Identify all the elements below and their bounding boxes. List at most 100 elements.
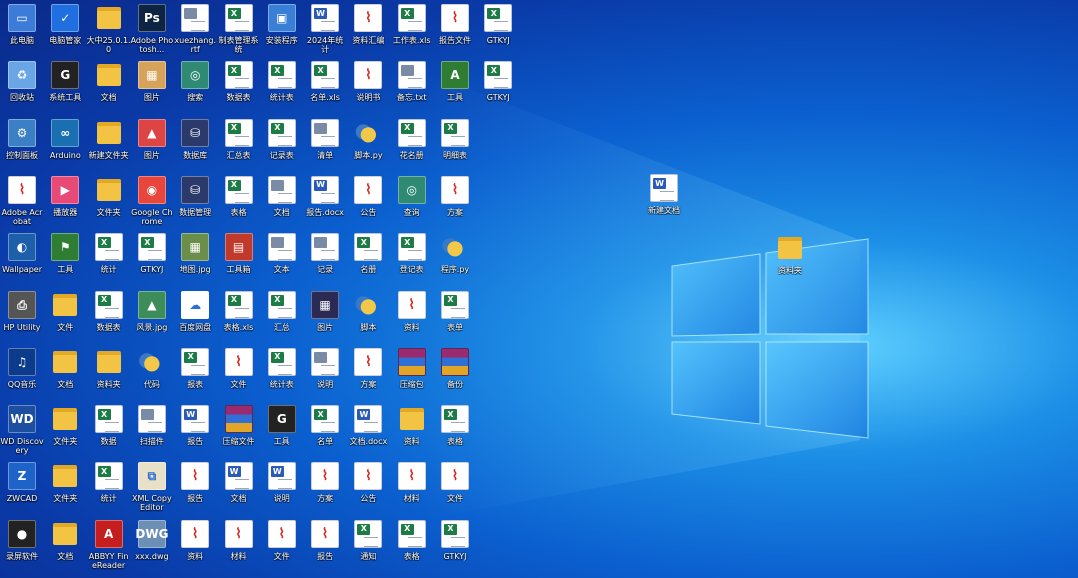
desktop-icon[interactable]: xuezhang.rtf [173, 2, 217, 58]
desktop-icon[interactable]: ⌇ 报告文件 [433, 2, 477, 58]
desktop-icon[interactable]: X 名单 [303, 403, 347, 459]
desktop-icon[interactable]: ● 录屏软件 [0, 518, 44, 574]
desktop-icon[interactable]: Ps Adobe Photosh... [130, 2, 174, 58]
desktop-icon[interactable]: ● 程序.py [433, 231, 477, 287]
desktop-icon[interactable]: 文件夹 [87, 174, 131, 230]
desktop-icon[interactable]: ⌇ 材料 [390, 460, 434, 516]
desktop-icon[interactable]: ● 脚本.py [346, 117, 390, 173]
desktop-icon[interactable]: X 数据表 [217, 59, 261, 115]
desktop-icon[interactable]: 文档 [43, 346, 87, 402]
desktop-icon[interactable]: X GTKYJ [130, 231, 174, 287]
desktop-icon[interactable]: 文件夹 [43, 460, 87, 516]
desktop-icon[interactable]: W 新建文档 [642, 172, 686, 228]
desktop-icon[interactable]: ▦ 地图.jpg [173, 231, 217, 287]
desktop-icon[interactable]: ▲ 风景.jpg [130, 289, 174, 345]
desktop-icon[interactable]: W 报告 [173, 403, 217, 459]
desktop-icon[interactable]: 文本 [260, 231, 304, 287]
desktop-icon[interactable]: X 花名册 [390, 117, 434, 173]
desktop-icon[interactable]: ♻ 回收站 [0, 59, 44, 115]
desktop-icon[interactable]: ▦ 图片 [303, 289, 347, 345]
desktop-icon[interactable]: X 表格 [217, 174, 261, 230]
desktop-icon[interactable]: ▦ 图片 [130, 59, 174, 115]
desktop-icon[interactable]: ◉ Google Chrome [130, 174, 174, 230]
desktop-icon[interactable]: X 记录表 [260, 117, 304, 173]
desktop-icon[interactable]: ● 脚本 [346, 289, 390, 345]
desktop-icon[interactable]: ✓ 电脑管家 [43, 2, 87, 58]
desktop-icon[interactable]: X 工作表.xls [390, 2, 434, 58]
desktop-icon[interactable]: ☁ 百度网盘 [173, 289, 217, 345]
desktop-icon[interactable]: ⌇ 方案 [346, 346, 390, 402]
desktop-icon[interactable]: X 汇总 [260, 289, 304, 345]
desktop-icon[interactable]: 大中25.0.1.0 [87, 2, 131, 58]
desktop-icon[interactable]: WD WD Discovery [0, 403, 44, 459]
desktop-icon[interactable]: ▣ 安装程序 [260, 2, 304, 58]
desktop-icon[interactable]: W 2024年统计 [303, 2, 347, 58]
desktop-icon[interactable]: ⌇ 资料 [173, 518, 217, 574]
desktop-icon[interactable]: G 工具 [260, 403, 304, 459]
desktop-icon[interactable]: ⌇ 公告 [346, 174, 390, 230]
desktop-icon[interactable]: X 表格.xls [217, 289, 261, 345]
desktop-icon[interactable]: X 明细表 [433, 117, 477, 173]
desktop-icon[interactable]: 压缩文件 [217, 403, 261, 459]
desktop-icon[interactable]: ⌇ 资料汇编 [346, 2, 390, 58]
desktop-icon[interactable]: X 统计表 [260, 346, 304, 402]
desktop-icon[interactable]: G 系统工具 [43, 59, 87, 115]
desktop-icon[interactable]: 记录 [303, 231, 347, 287]
desktop-icon[interactable]: ⌇ 报告 [303, 518, 347, 574]
desktop-icon[interactable]: W 文档 [217, 460, 261, 516]
desktop-icon[interactable]: W 说明 [260, 460, 304, 516]
desktop-icon[interactable]: ⌇ 文件 [260, 518, 304, 574]
desktop-icon[interactable]: X 表格 [390, 518, 434, 574]
desktop-icon[interactable]: 压缩包 [390, 346, 434, 402]
desktop-icon[interactable]: ◐ Wallpaper [0, 231, 44, 287]
desktop-icon[interactable]: ⌇ 材料 [217, 518, 261, 574]
desktop-icon[interactable]: X GTKYJ [476, 59, 520, 115]
desktop-icon[interactable]: X 统计表 [260, 59, 304, 115]
desktop-icon[interactable]: ⚑ 工具 [43, 231, 87, 287]
desktop-icon[interactable]: X 表单 [433, 289, 477, 345]
desktop-icon[interactable]: X GTKYJ [476, 2, 520, 58]
desktop-icon[interactable]: X 登记表 [390, 231, 434, 287]
desktop-icon[interactable]: A 工具 [433, 59, 477, 115]
desktop-icon[interactable]: 备份 [433, 346, 477, 402]
desktop-icon[interactable]: ● 代码 [130, 346, 174, 402]
desktop-icon[interactable]: Z ZWCAD [0, 460, 44, 516]
desktop-icon[interactable]: X 数据表 [87, 289, 131, 345]
desktop-icon[interactable]: X 制表管理系统 [217, 2, 261, 58]
desktop-icon[interactable]: ◎ 查询 [390, 174, 434, 230]
desktop-icon[interactable]: X 汇总表 [217, 117, 261, 173]
desktop-icon[interactable]: X 统计 [87, 460, 131, 516]
desktop-icon[interactable]: X 统计 [87, 231, 131, 287]
desktop-icon[interactable]: ⎙ HP Utility [0, 289, 44, 345]
desktop-icon[interactable]: 备忘.txt [390, 59, 434, 115]
desktop-icon[interactable]: 新建文件夹 [87, 117, 131, 173]
desktop-icon[interactable]: 文件夹 [43, 403, 87, 459]
desktop-icon[interactable]: DWG xxx.dwg [130, 518, 174, 574]
desktop-icon[interactable]: W 文档.docx [346, 403, 390, 459]
desktop-icon[interactable]: W 报告.docx [303, 174, 347, 230]
desktop-icon[interactable]: X 数据 [87, 403, 131, 459]
desktop-icon[interactable]: 文件 [43, 289, 87, 345]
desktop-icon[interactable]: X 表格 [433, 403, 477, 459]
desktop-icon[interactable]: X 名单.xls [303, 59, 347, 115]
desktop-icon[interactable]: ⌇ 方案 [303, 460, 347, 516]
desktop-icon[interactable]: ▤ 工具箱 [217, 231, 261, 287]
desktop-icon[interactable]: ◎ 搜索 [173, 59, 217, 115]
desktop-icon[interactable]: ⌇ 文件 [217, 346, 261, 402]
desktop-icon[interactable]: 文档 [87, 59, 131, 115]
desktop-icon[interactable]: ⚙ 控制面板 [0, 117, 44, 173]
desktop-icon[interactable]: ⌇ 资料 [390, 289, 434, 345]
desktop-icon[interactable]: 文档 [260, 174, 304, 230]
desktop-icon[interactable]: ▶ 播放器 [43, 174, 87, 230]
desktop-icon[interactable]: ⌇ 说明书 [346, 59, 390, 115]
desktop-icon[interactable]: ⛁ 数据管理 [173, 174, 217, 230]
desktop-icon[interactable]: 资料夹 [87, 346, 131, 402]
desktop-icon[interactable]: ⧉ XML Copy Editor [130, 460, 174, 516]
desktop-icon[interactable]: A ABBYY FineReader [87, 518, 131, 574]
desktop-icon[interactable]: 清单 [303, 117, 347, 173]
desktop-icon[interactable]: ⌇ Adobe Acrobat [0, 174, 44, 230]
desktop-icon[interactable]: X GTKYJ [433, 518, 477, 574]
desktop-icon[interactable]: 文档 [43, 518, 87, 574]
desktop-icon[interactable]: ▲ 图片 [130, 117, 174, 173]
desktop-icon[interactable]: ⛁ 数据库 [173, 117, 217, 173]
